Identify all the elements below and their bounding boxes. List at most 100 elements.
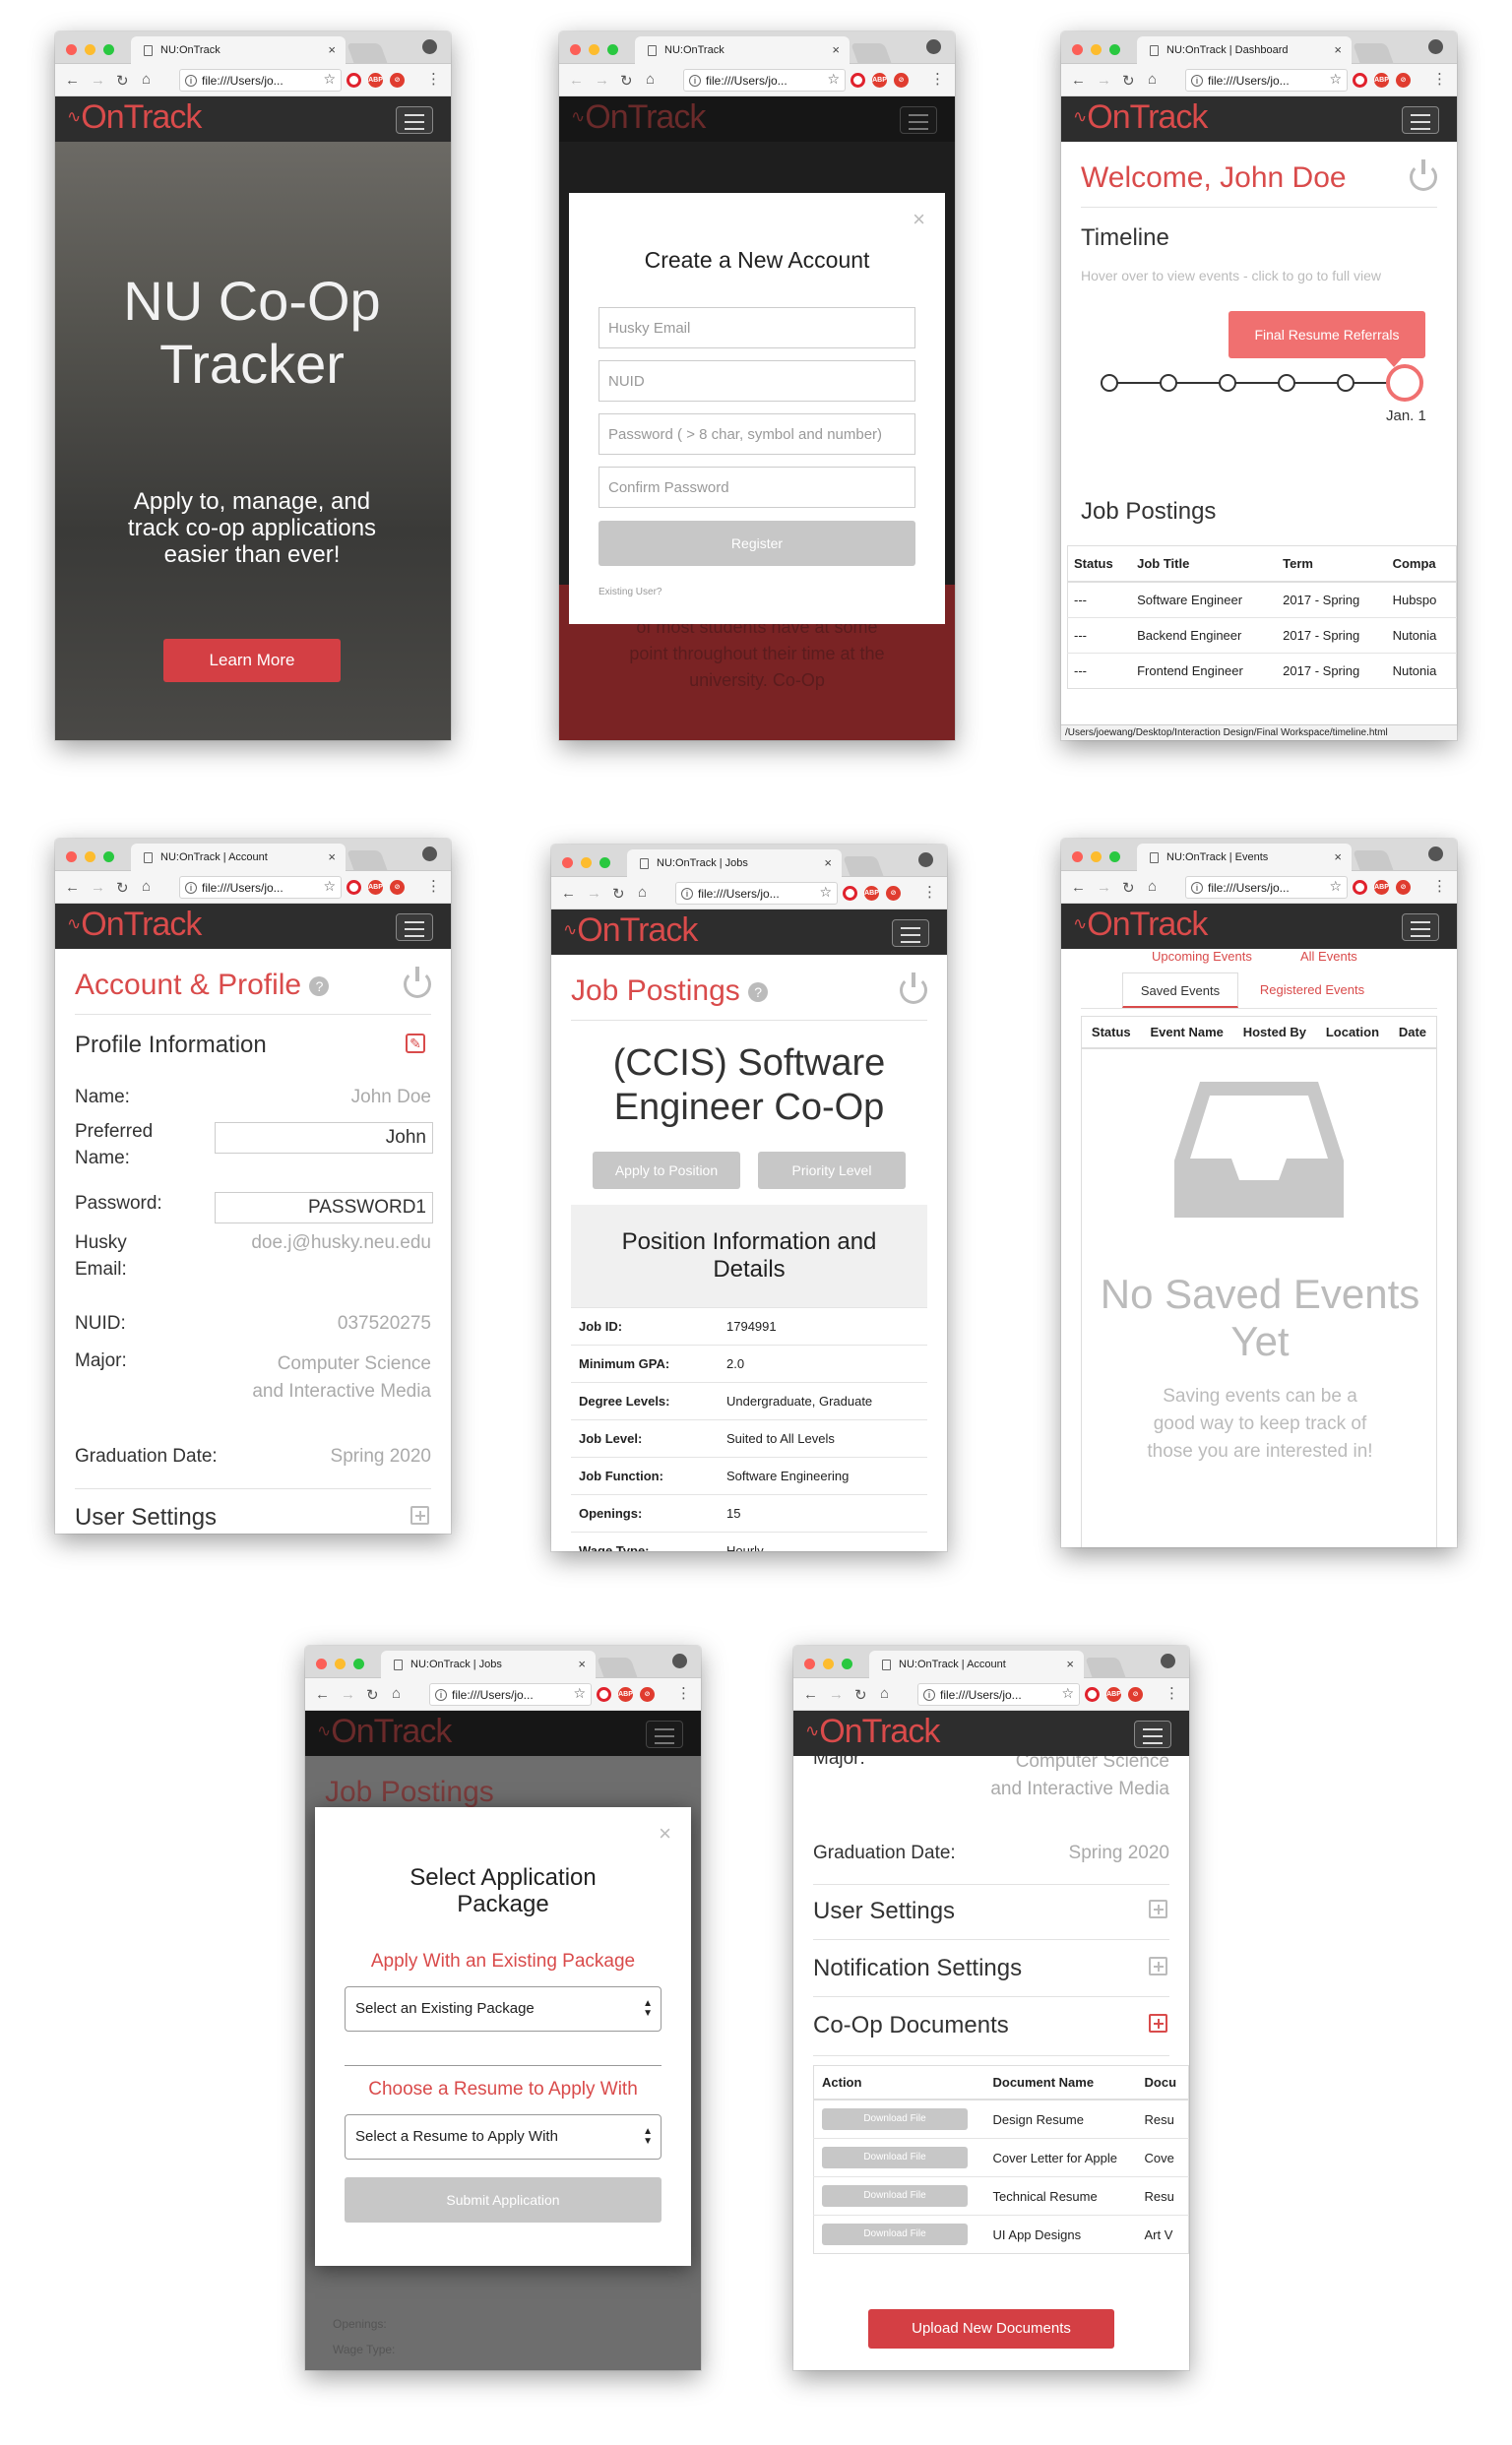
collapse-icon[interactable]	[1149, 2014, 1167, 2033]
close-tab-icon[interactable]: ×	[328, 42, 336, 57]
home-icon[interactable]: ⌂	[646, 71, 655, 88]
opera-icon[interactable]	[1085, 1687, 1100, 1702]
ontrack-logo[interactable]: ∿OnTrack	[317, 1715, 452, 1748]
address-bar[interactable]: i file:///Users/jo... ☆	[1185, 876, 1348, 899]
forward-icon[interactable]: →	[587, 885, 601, 902]
logout-power-icon[interactable]	[900, 972, 927, 1004]
husky-email-input[interactable]: Husky Email	[598, 307, 915, 348]
window-controls[interactable]	[66, 44, 114, 55]
window-controls[interactable]	[1072, 851, 1120, 862]
table-row[interactable]: --- Software Engineer 2017 - Spring Hubspo	[1067, 581, 1457, 618]
tab-saved-events[interactable]: Saved Events	[1122, 972, 1238, 1008]
notification-settings-heading[interactable]: Notification Settings	[813, 1955, 1022, 1982]
reload-icon[interactable]: ↻	[366, 1686, 379, 1704]
table-row[interactable]: --- Frontend Engineer 2017 - Spring Nutonia	[1067, 653, 1457, 689]
ontrack-logo[interactable]: ∿OnTrack	[67, 908, 202, 941]
bookmark-star-icon[interactable]: ☆	[323, 71, 336, 88]
hamburger-menu-button[interactable]	[646, 1721, 683, 1748]
address-bar[interactable]: i file:///Users/jo... ☆	[179, 876, 342, 899]
profile-icon[interactable]	[1428, 39, 1443, 54]
reload-icon[interactable]: ↻	[620, 72, 633, 90]
close-tab-icon[interactable]: ×	[578, 1657, 586, 1671]
bookmark-star-icon[interactable]: ☆	[819, 884, 832, 901]
close-icon[interactable]: ×	[659, 1821, 671, 1847]
tab-registered-events[interactable]: Registered Events	[1248, 972, 1376, 1008]
coop-documents-heading[interactable]: Co-Op Documents	[813, 2012, 1009, 2039]
ontrack-logo[interactable]: ∿OnTrack	[67, 100, 202, 134]
confirm-password-input[interactable]: Confirm Password	[598, 467, 915, 508]
address-bar[interactable]: i file:///Users/jo... ☆	[675, 882, 838, 905]
browser-tab[interactable]: NU:OnTrack | Events ×	[1137, 844, 1352, 871]
close-tab-icon[interactable]: ×	[1334, 42, 1342, 57]
column-header[interactable]: Compa	[1386, 545, 1457, 583]
ontrack-logo[interactable]: ∿OnTrack	[1073, 100, 1208, 134]
adblock-icon[interactable]: ABP	[618, 1687, 633, 1702]
browser-tab[interactable]: NU:OnTrack | Jobs ×	[627, 849, 842, 877]
download-file-button[interactable]: Download File	[822, 2147, 968, 2168]
extension-icon[interactable]: ⊘	[886, 886, 901, 901]
bookmark-star-icon[interactable]: ☆	[827, 71, 840, 88]
back-icon[interactable]: ←	[65, 879, 80, 896]
apply-to-position-button[interactable]: Apply to Position	[593, 1152, 740, 1189]
browser-tab[interactable]: NU:OnTrack | Dashboard ×	[1137, 36, 1352, 64]
back-icon[interactable]: ←	[569, 72, 584, 89]
adblock-icon[interactable]: ABP	[1374, 73, 1389, 88]
reload-icon[interactable]: ↻	[1122, 72, 1135, 90]
expand-icon[interactable]	[1149, 1900, 1167, 1918]
priority-level-button[interactable]: Priority Level	[758, 1152, 906, 1189]
upload-documents-button[interactable]: Upload New Documents	[868, 2309, 1114, 2349]
hamburger-menu-button[interactable]	[1402, 913, 1439, 941]
browser-tab[interactable]: NU:OnTrack ×	[131, 36, 346, 64]
column-header[interactable]: Action	[813, 2065, 985, 2100]
close-tab-icon[interactable]: ×	[824, 855, 832, 870]
back-icon[interactable]: ←	[1071, 72, 1086, 89]
home-icon[interactable]: ⌂	[142, 71, 151, 88]
back-icon[interactable]: ←	[561, 885, 576, 902]
forward-icon[interactable]: →	[91, 879, 105, 896]
home-icon[interactable]: ⌂	[392, 1685, 401, 1702]
home-icon[interactable]: ⌂	[142, 878, 151, 895]
existing-package-select[interactable]: Select an Existing Package ▲ ▼	[345, 1986, 662, 2032]
browser-menu-icon[interactable]: ⋮	[930, 70, 945, 88]
profile-icon[interactable]	[926, 39, 941, 54]
table-row[interactable]: --- Backend Engineer 2017 - Spring Nutonia	[1067, 617, 1457, 654]
profile-icon[interactable]	[422, 846, 437, 861]
window-controls[interactable]	[570, 44, 618, 55]
password-input[interactable]: PASSWORD1	[215, 1192, 433, 1223]
address-bar[interactable]: i file:///Users/jo... ☆	[179, 69, 342, 92]
window-controls[interactable]	[66, 851, 114, 862]
opera-icon[interactable]	[1353, 73, 1367, 88]
edit-icon[interactable]: ✎	[406, 1034, 425, 1053]
new-tab-button[interactable]	[1353, 43, 1394, 64]
logout-power-icon[interactable]	[1410, 159, 1437, 191]
close-tab-icon[interactable]: ×	[1066, 1657, 1074, 1671]
new-tab-button[interactable]	[843, 856, 884, 877]
password-input[interactable]: Password ( > 8 char, symbol and number)	[598, 413, 915, 455]
forward-icon[interactable]: →	[341, 1686, 355, 1703]
hamburger-menu-button[interactable]	[1134, 1721, 1171, 1748]
browser-tab[interactable]: NU:OnTrack | Jobs ×	[381, 1651, 596, 1678]
address-bar[interactable]: i file:///Users/jo... ☆	[429, 1683, 592, 1706]
hamburger-menu-button[interactable]	[396, 913, 433, 941]
window-controls[interactable]	[1072, 44, 1120, 55]
profile-icon[interactable]	[422, 39, 437, 54]
home-icon[interactable]: ⌂	[1148, 878, 1157, 895]
adblock-icon[interactable]: ABP	[864, 886, 879, 901]
timeline-node[interactable]	[1278, 374, 1295, 392]
opera-icon[interactable]	[597, 1687, 611, 1702]
bookmark-star-icon[interactable]: ☆	[323, 878, 336, 895]
browser-tab[interactable]: NU:OnTrack | Account ×	[131, 844, 346, 871]
close-icon[interactable]: ×	[913, 207, 925, 232]
reload-icon[interactable]: ↻	[116, 72, 129, 90]
opera-icon[interactable]	[346, 73, 361, 88]
reload-icon[interactable]: ↻	[1122, 879, 1135, 897]
back-icon[interactable]: ←	[803, 1686, 818, 1703]
home-icon[interactable]: ⌂	[880, 1685, 889, 1702]
help-icon[interactable]: ?	[748, 982, 769, 1003]
profile-icon[interactable]	[1161, 1654, 1175, 1668]
ontrack-logo[interactable]: ∿OnTrack	[1073, 908, 1208, 941]
column-header[interactable]: Document Name	[984, 2065, 1137, 2100]
all-events-link[interactable]: All Events	[1300, 949, 1357, 964]
download-file-button[interactable]: Download File	[822, 2185, 968, 2207]
browser-menu-icon[interactable]: ⋮	[426, 877, 441, 895]
